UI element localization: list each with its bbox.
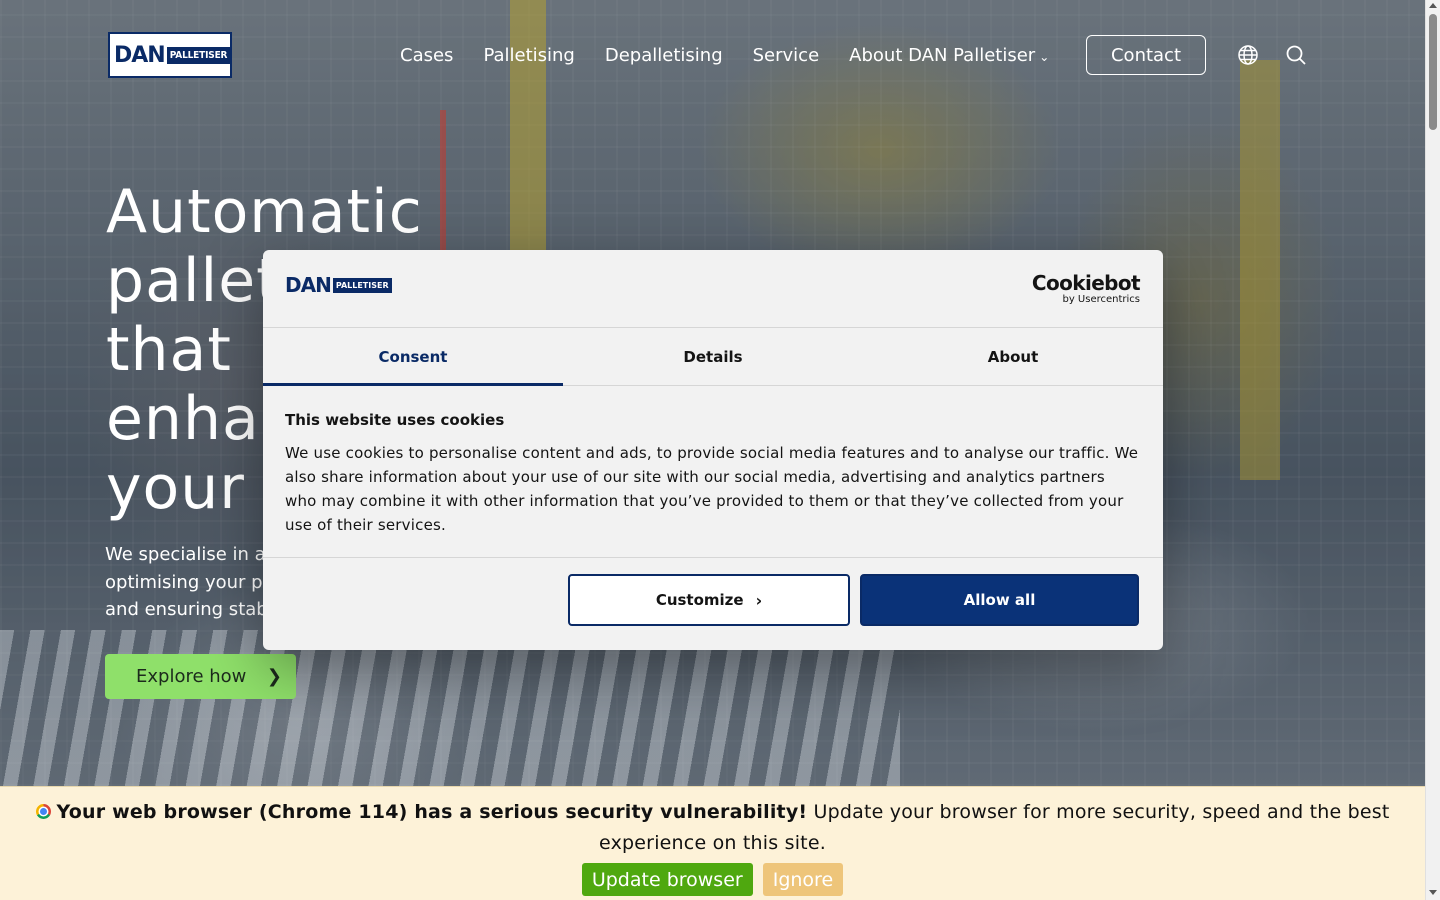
scroll-up-icon[interactable] [1429, 3, 1437, 8]
explore-how-label: Explore how [136, 666, 247, 687]
cookie-dialog-body: This website uses cookies We use cookies… [263, 386, 1163, 558]
cookie-logo-secondary: PALLETISER [332, 277, 392, 293]
update-message: Your web browser (Chrome 114) has a seri… [0, 797, 1425, 859]
update-browser-button[interactable]: Update browser [581, 863, 753, 896]
allow-all-button[interactable]: Allow all [860, 574, 1139, 626]
update-warning: Your web browser (Chrome 114) has a seri… [56, 801, 808, 823]
hero-title-line: Automatic [106, 177, 423, 247]
cookie-actions: Customize › Allow all [263, 558, 1163, 649]
nav-item-cases[interactable]: Cases [400, 45, 453, 66]
tab-about[interactable]: About [863, 328, 1163, 385]
browser-update-bar: Your web browser (Chrome 114) has a seri… [0, 786, 1425, 900]
cookie-heading: This website uses cookies [285, 411, 505, 429]
scrollbar-thumb[interactable] [1429, 14, 1437, 130]
tab-details[interactable]: Details [563, 328, 863, 385]
chevron-right-icon: › [755, 590, 763, 610]
search-icon[interactable] [1285, 44, 1307, 66]
nav-item-service[interactable]: Service [753, 45, 820, 66]
tab-consent[interactable]: Consent [263, 328, 563, 386]
cookie-dialog-header: DAN PALLETISER Cookiebot by Usercentrics [263, 250, 1163, 328]
hero-bg-pillar [1240, 60, 1280, 480]
logo-primary-text: DAN [114, 42, 166, 68]
site-logo[interactable]: DAN PALLETISER [108, 32, 232, 78]
explore-how-button[interactable]: Explore how ❯ [105, 654, 296, 699]
main-nav: Cases Palletising Depalletising Service … [400, 30, 1079, 80]
chevron-right-icon: ❯ [266, 666, 282, 687]
customize-label: Customize [655, 591, 744, 609]
cookiebot-name: Cookiebot [1031, 271, 1141, 295]
cookie-description: We use cookies to personalise content an… [285, 444, 1139, 534]
nav-item-depalletising[interactable]: Depalletising [605, 45, 723, 66]
logo-secondary-text: PALLETISER [166, 46, 230, 64]
page-scrollbar[interactable] [1425, 0, 1440, 900]
update-actions: Update browser Ignore [0, 863, 1425, 896]
nav-item-about[interactable]: About DAN Palletiser ⌄ [849, 45, 1049, 66]
contact-button[interactable]: Contact [1086, 35, 1206, 75]
cookiebot-byline: by Usercentrics [1062, 294, 1140, 305]
chevron-down-icon: ⌄ [1039, 49, 1050, 64]
cookie-consent-dialog: DAN PALLETISER Cookiebot by Usercentrics… [263, 250, 1163, 650]
chrome-icon [35, 804, 51, 819]
cookie-logo-primary: DAN [285, 273, 332, 297]
nav-item-palletising[interactable]: Palletising [483, 45, 574, 66]
cookie-dialog-logo: DAN PALLETISER [285, 273, 392, 297]
ignore-button[interactable]: Ignore [762, 863, 844, 896]
globe-icon[interactable] [1237, 44, 1259, 66]
customize-button[interactable]: Customize › [568, 574, 850, 626]
cookiebot-logo[interactable]: Cookiebot by Usercentrics [1031, 271, 1141, 306]
cookie-tabs: Consent Details About [263, 328, 1163, 386]
scroll-down-icon[interactable] [1429, 890, 1437, 895]
nav-item-about-label: About DAN Palletiser [849, 44, 1036, 66]
